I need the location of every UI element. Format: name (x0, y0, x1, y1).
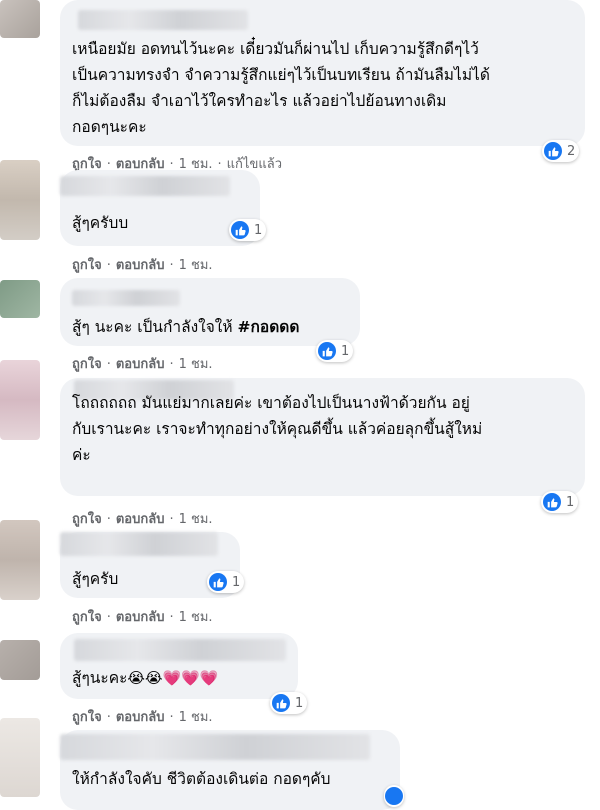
avatar[interactable] (0, 160, 40, 240)
like-link[interactable]: ถูกใจ (72, 610, 102, 625)
commenter-name[interactable] (60, 532, 218, 556)
comment-actions: ถูกใจ · ตอบกลับ · 1 ชม. (72, 357, 213, 372)
reaction-count[interactable] (384, 785, 404, 807)
reply-link[interactable]: ตอบกลับ (116, 258, 165, 273)
comment-actions: ถูกใจ · ตอบกลับ · 1 ชม. (72, 610, 213, 625)
comment-actions: ถูกใจ · ตอบกลับ · 1 ชม. (72, 258, 213, 273)
comment-actions: ถูกใจ · ตอบกลับ · 1 ชม. (72, 710, 213, 725)
reaction-count[interactable]: 1 (229, 219, 267, 241)
like-icon (231, 221, 249, 239)
like-icon (544, 142, 562, 160)
comment-bubble: เหนือยมัย อดทนไว้นะคะ เดี๋ยวมันก็ผ่านไป … (60, 0, 585, 146)
comment-time[interactable]: 1 ชม. (179, 710, 213, 725)
reaction-count[interactable]: 1 (270, 692, 308, 714)
commenter-name[interactable] (60, 176, 230, 196)
like-link[interactable]: ถูกใจ (72, 357, 102, 372)
like-icon (385, 787, 403, 805)
reaction-count[interactable]: 1 (541, 491, 579, 513)
comment-bubble: สู้ๆ นะคะ เป็นกำลังใจให้ #กอดดด (60, 278, 360, 346)
comment-text: สู้ๆครับบ (72, 214, 129, 232)
reply-link[interactable]: ตอบกลับ (116, 357, 165, 372)
like-icon (209, 573, 227, 591)
emoji: 😭 (127, 669, 145, 687)
commenter-name[interactable] (72, 290, 180, 306)
reply-link[interactable]: ตอบกลับ (116, 512, 165, 527)
like-icon (272, 694, 290, 712)
comment-text: โถถถถถถ มันแย่มากเลยค่ะ เขาต้องไปเป็นนาง… (72, 394, 483, 464)
comment-time[interactable]: 1 ชม. (179, 258, 213, 273)
emoji: 💗 (199, 669, 219, 687)
comment-bubble: ให้กำลังใจคับ ชีวิตต้องเดินต่อ กอดๆคับ (60, 730, 400, 810)
comment-text: สู้ๆ นะคะ เป็นกำลังใจให้ #กอดดด (72, 318, 300, 336)
comment-time[interactable]: 1 ชม. (179, 357, 213, 372)
avatar[interactable] (0, 280, 40, 318)
reaction-count[interactable]: 1 (316, 340, 354, 362)
commenter-name[interactable] (60, 734, 370, 760)
commenter-name[interactable] (78, 10, 248, 30)
reaction-count[interactable]: 2 (542, 140, 580, 162)
avatar[interactable] (0, 640, 40, 680)
comment-text: เหนือยมัย อดทนไว้นะคะ เดี๋ยวมันก็ผ่านไป … (72, 40, 490, 136)
like-link[interactable]: ถูกใจ (72, 258, 102, 273)
emoji: 😭 (144, 669, 163, 687)
hashtag-link[interactable]: #กอดดด (238, 318, 300, 336)
like-link[interactable]: ถูกใจ (72, 710, 102, 725)
avatar[interactable] (0, 520, 40, 600)
comment-actions: ถูกใจ · ตอบกลับ · 1 ชม. (72, 512, 213, 527)
avatar[interactable] (0, 360, 40, 440)
comment-text: สู้ๆนะคะ😭😭💗💗💗 (72, 669, 219, 687)
reaction-count[interactable]: 1 (207, 571, 245, 593)
reply-link[interactable]: ตอบกลับ (116, 610, 165, 625)
avatar[interactable] (0, 718, 40, 797)
like-link[interactable]: ถูกใจ (72, 512, 102, 527)
commenter-name[interactable] (74, 639, 286, 661)
like-icon (318, 342, 336, 360)
emoji: 💗 (162, 669, 182, 687)
reply-link[interactable]: ตอบกลับ (116, 710, 165, 725)
comment-bubble: โถถถถถถ มันแย่มากเลยค่ะ เขาต้องไปเป็นนาง… (60, 378, 585, 496)
comment-time[interactable]: 1 ชม. (179, 512, 213, 527)
like-icon (543, 493, 561, 511)
emoji: 💗 (181, 669, 200, 687)
comment-text: ให้กำลังใจคับ ชีวิตต้องเดินต่อ กอดๆคับ (72, 770, 331, 788)
comment-bubble: สู้ๆนะคะ😭😭💗💗💗 (60, 633, 298, 699)
comment-time[interactable]: 1 ชม. (179, 610, 213, 625)
avatar[interactable] (0, 0, 40, 38)
